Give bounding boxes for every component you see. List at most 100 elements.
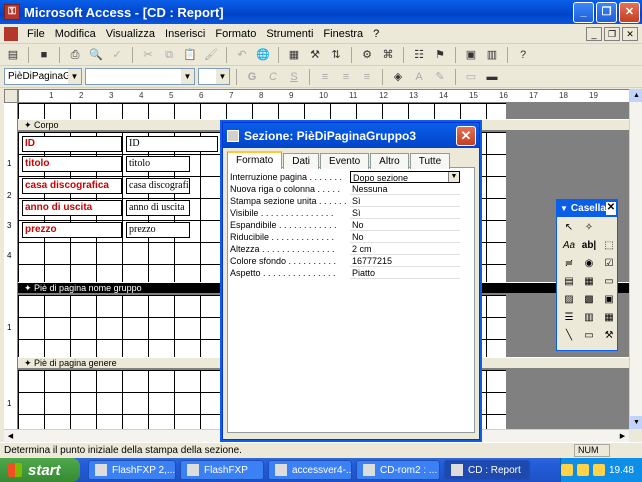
label-id[interactable]: ID	[22, 136, 122, 152]
property-value[interactable]: No	[350, 231, 460, 243]
format-painter-icon[interactable]: 🖌	[202, 46, 220, 64]
mdi-close-button[interactable]: ✕	[622, 27, 638, 41]
access-app-icon[interactable]: ⚿	[4, 4, 20, 20]
select-pointer-icon[interactable]: ↖	[560, 220, 578, 236]
mdi-restore-button[interactable]: ❐	[604, 27, 620, 41]
line-tool-icon[interactable]: ╲	[560, 328, 578, 344]
clock[interactable]: 19.48	[609, 465, 634, 476]
line-color-icon[interactable]: ✎	[431, 68, 449, 86]
field-prezzo[interactable]: prezzo	[126, 222, 190, 238]
chevron-down-icon[interactable]: ▼	[181, 69, 194, 84]
vertical-ruler[interactable]: 1 2 3 4 1 1	[4, 103, 18, 429]
property-value[interactable]: No	[350, 219, 460, 231]
list-box-icon[interactable]: ▦	[580, 274, 598, 290]
tray-volume-icon[interactable]	[592, 464, 605, 476]
close-button[interactable]: ✕	[619, 1, 640, 23]
line-width-icon[interactable]: ▭	[462, 68, 480, 86]
tab-evento[interactable]: Evento	[320, 153, 370, 169]
property-value[interactable]: Sì	[350, 207, 460, 219]
object-combo[interactable]: PièDiPaginaGru ▼	[4, 68, 82, 85]
chevron-down-icon[interactable]: ▼	[448, 172, 459, 182]
command-button-icon[interactable]: ▭	[600, 274, 618, 290]
ruler-corner[interactable]	[4, 89, 18, 103]
view-icon[interactable]: ▤	[4, 46, 22, 64]
database-window-icon[interactable]: ▣	[462, 46, 480, 64]
taskbar-item-accessver4[interactable]: accessver4-...	[268, 460, 352, 480]
textbox-tool-icon[interactable]: ab|	[580, 238, 598, 254]
underline-button[interactable]: S	[285, 68, 303, 86]
subform-icon[interactable]: ▦	[600, 310, 618, 326]
property-value[interactable]: 16777215	[350, 255, 460, 267]
field-anno-di-uscita[interactable]: anno di uscita	[126, 200, 190, 216]
hyperlink-icon[interactable]: 🌐	[254, 46, 272, 64]
option-button-icon[interactable]: ◉	[580, 256, 598, 272]
checkbox-icon[interactable]: ☑	[600, 256, 618, 272]
paste-icon[interactable]: 📋	[181, 46, 199, 64]
document-icon[interactable]	[4, 26, 18, 41]
bound-object-icon[interactable]: ▣	[600, 292, 618, 308]
dialog-close-button[interactable]: ✕	[456, 125, 476, 146]
label-titolo[interactable]: titolo	[22, 156, 122, 172]
menu-finestra[interactable]: Finestra	[318, 28, 368, 40]
tray-security-icon[interactable]	[577, 464, 589, 476]
copy-icon[interactable]: ⧉	[160, 46, 178, 64]
image-icon[interactable]: ▨	[560, 292, 578, 308]
toolbox-titlebar[interactable]: ▼ Casella ✕	[557, 200, 617, 217]
build-icon[interactable]: ⚑	[431, 46, 449, 64]
taskbar-item-flashfxp2[interactable]: FlashFXP 2,...	[88, 460, 176, 480]
bold-button[interactable]: G	[243, 68, 261, 86]
align-left-icon[interactable]: ≡	[316, 68, 334, 86]
property-value-dropdown[interactable]: Dopo sezione ▼	[350, 171, 460, 183]
menu-modifica[interactable]: Modifica	[50, 28, 101, 40]
font-combo[interactable]: ▼	[85, 68, 195, 85]
more-controls-icon[interactable]: ⚒	[600, 328, 618, 344]
menu-visualizza[interactable]: Visualizza	[101, 28, 160, 40]
field-casa-discografica[interactable]: casa discografica	[126, 178, 190, 194]
print-preview-icon[interactable]: 🔍	[87, 46, 105, 64]
taskbar-item-cd-rom2[interactable]: CD-rom2 : ...	[356, 460, 440, 480]
menu-help[interactable]: ?	[368, 28, 384, 40]
menu-file[interactable]: File	[22, 28, 50, 40]
label-anno-di-uscita[interactable]: anno di uscita	[22, 200, 122, 216]
tab-formato[interactable]: Formato	[227, 151, 283, 169]
menu-formato[interactable]: Formato	[210, 28, 261, 40]
rectangle-tool-icon[interactable]: ▭	[580, 328, 598, 344]
special-effect-icon[interactable]: ▬	[483, 68, 501, 86]
unbound-object-icon[interactable]: ▩	[580, 292, 598, 308]
taskbar-item-cd-report[interactable]: CD : Report	[444, 460, 530, 480]
label-prezzo[interactable]: prezzo	[22, 222, 122, 238]
align-center-icon[interactable]: ≡	[337, 68, 355, 86]
menu-inserisci[interactable]: Inserisci	[160, 28, 210, 40]
field-id[interactable]: ID	[126, 136, 218, 152]
help-icon[interactable]: ?	[514, 46, 532, 64]
save-icon[interactable]: ■	[35, 46, 53, 64]
undo-icon[interactable]: ↶	[233, 46, 251, 64]
chevron-down-icon[interactable]: ▼	[216, 69, 229, 84]
combo-box-icon[interactable]: ▤	[560, 274, 578, 290]
mdi-minimize-button[interactable]: _	[586, 27, 602, 41]
chevron-down-icon[interactable]: ▼	[68, 69, 81, 84]
cut-icon[interactable]: ✂	[139, 46, 157, 64]
fill-color-icon[interactable]: ◈	[389, 68, 407, 86]
property-value[interactable]: Nessuna	[350, 183, 460, 195]
italic-button[interactable]: C	[264, 68, 282, 86]
header-section-grid[interactable]	[18, 103, 506, 119]
label-tool-icon[interactable]: Aa	[560, 238, 578, 254]
sorting-grouping-icon[interactable]: ⇅	[327, 46, 345, 64]
properties-icon[interactable]: ☷	[410, 46, 428, 64]
align-right-icon[interactable]: ≡	[358, 68, 376, 86]
toolbox-icon[interactable]: ⚒	[306, 46, 324, 64]
dialog-titlebar[interactable]: Sezione: PièDiPaginaGruppo3 ✕	[223, 123, 479, 148]
tab-altro[interactable]: Altro	[370, 153, 409, 169]
taskbar-item-flashfxp[interactable]: FlashFXP	[180, 460, 264, 480]
horizontal-ruler[interactable]: 1 2 3 4 5 6 7 8 9 10 11 12 13 14 15 16 1…	[18, 89, 634, 103]
vertical-scrollbar[interactable]: ▲ ▼	[629, 89, 642, 429]
start-button[interactable]: start	[0, 458, 80, 482]
label-casa-discografica[interactable]: casa discografica	[22, 178, 122, 194]
print-icon[interactable]: ⎙	[66, 46, 84, 64]
toolbox-menu-icon[interactable]: ▼	[560, 204, 568, 213]
toolbox-close-button[interactable]: ✕	[605, 202, 616, 215]
page-break-icon[interactable]: ☰	[560, 310, 578, 326]
property-value[interactable]: Piatto	[350, 267, 460, 279]
tab-dati[interactable]: Dati	[283, 153, 320, 169]
